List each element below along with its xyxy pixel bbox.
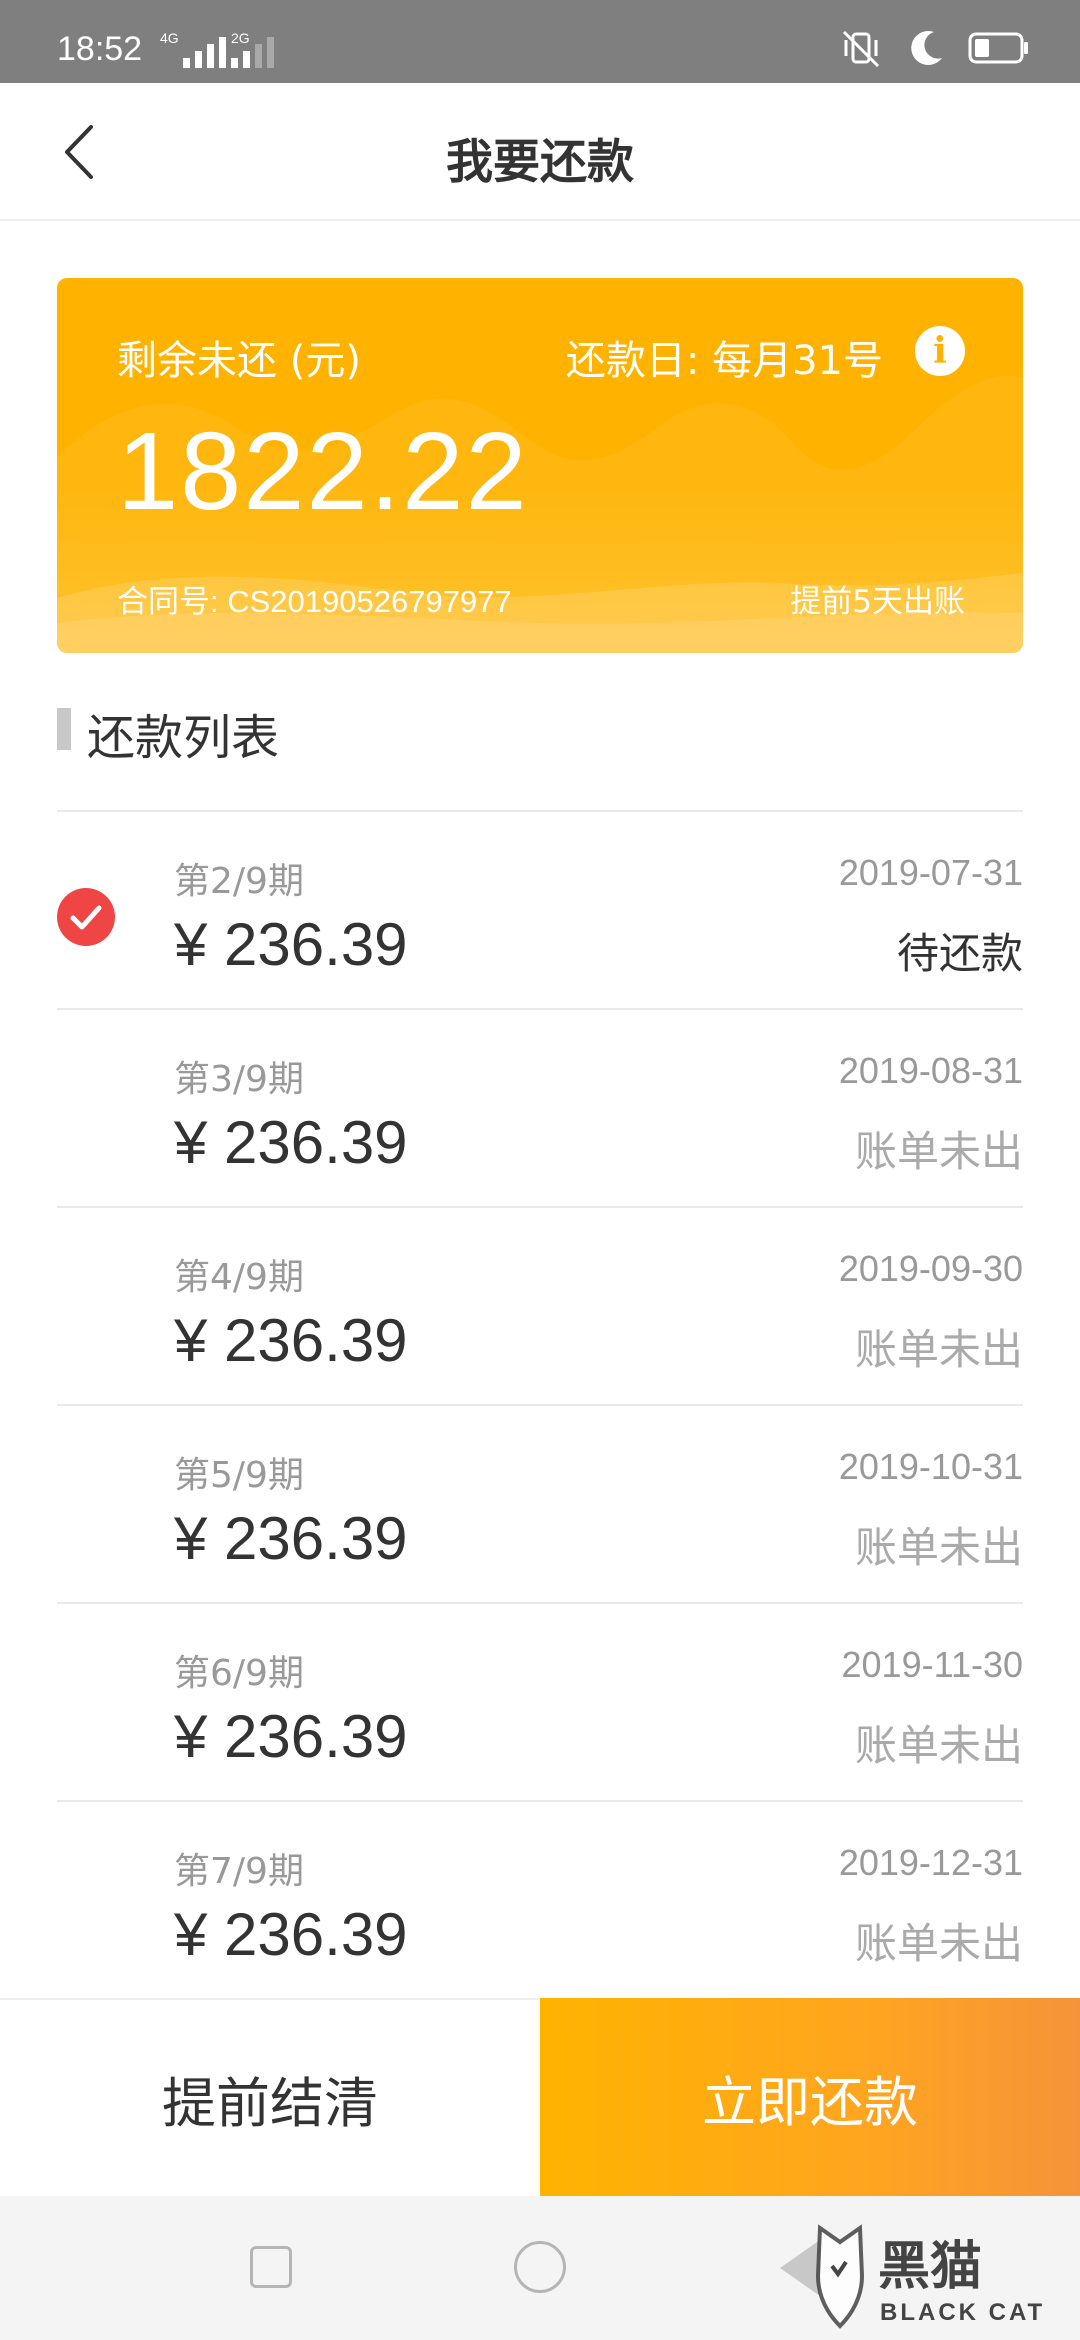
installment-period: 第7/9期 xyxy=(174,1851,304,1892)
remaining-label: 剩余未还 (元) xyxy=(117,338,361,384)
installment-amount: ¥ 236.39 xyxy=(174,911,408,978)
installment-date: 2019-08-31 xyxy=(838,1050,1023,1091)
installment-period: 第3/9期 xyxy=(174,1059,304,1100)
remaining-amount: 1822.22 xyxy=(117,410,529,533)
installment-date: 2019-07-31 xyxy=(838,852,1023,893)
installment-date: 2019-10-31 xyxy=(838,1446,1023,1487)
moon-icon xyxy=(911,30,942,65)
section-title: 还款列表 xyxy=(87,710,280,766)
signal-strength-1-icon xyxy=(183,36,226,68)
installment-amount: ¥ 236.39 xyxy=(174,1901,408,1968)
due-day-label: 还款日: 每月31号 xyxy=(565,338,883,384)
installment-row[interactable]: 第2/9期 ¥ 236.39 2019-07-31 待还款 xyxy=(57,810,1023,1008)
status-bar: 18:52 4G 2G xyxy=(0,0,1080,83)
installment-date: 2019-09-30 xyxy=(838,1248,1023,1289)
early-settlement-button[interactable]: 提前结清 xyxy=(0,2000,540,2196)
battery-icon xyxy=(968,32,1028,64)
installment-row[interactable]: 第7/9期 ¥ 236.39 2019-12-31 账单未出 xyxy=(57,1800,1023,1998)
black-cat-watermark-logo: 黑猫 BLACK CAT xyxy=(815,2224,1045,2329)
installment-period: 第2/9期 xyxy=(174,861,304,902)
status-time: 18:52 xyxy=(57,30,143,68)
installment-date: 2019-11-30 xyxy=(841,1644,1023,1685)
page-title: 我要还款 xyxy=(446,135,634,190)
installment-row[interactable]: 第6/9期 ¥ 236.39 2019-11-30 账单未出 xyxy=(57,1602,1023,1800)
status-icons xyxy=(838,28,1030,68)
section-marker xyxy=(57,708,71,750)
installment-period: 第6/9期 xyxy=(174,1653,304,1694)
installment-date: 2019-12-31 xyxy=(838,1842,1023,1883)
installment-period: 第5/9期 xyxy=(174,1455,304,1496)
home-button[interactable] xyxy=(514,2241,566,2293)
installment-status: 账单未出 xyxy=(854,1721,1023,1770)
installment-row[interactable]: 第5/9期 ¥ 236.39 2019-10-31 账单未出 xyxy=(57,1404,1023,1602)
installment-period: 第4/9期 xyxy=(174,1257,304,1298)
installment-row[interactable]: 第3/9期 ¥ 236.39 2019-08-31 账单未出 xyxy=(57,1008,1023,1206)
installment-status: 账单未出 xyxy=(854,1523,1023,1572)
installment-status: 账单未出 xyxy=(854,1325,1023,1374)
check-icon[interactable] xyxy=(57,888,115,946)
app-header: 我要还款 xyxy=(0,83,1080,221)
installment-amount: ¥ 236.39 xyxy=(174,1703,408,1770)
billing-note: 提前5天出账 xyxy=(790,584,965,620)
watermark-subtext: BLACK CAT xyxy=(880,2299,1045,2326)
signal-strength-2-icon xyxy=(231,36,274,68)
repayment-summary-card: 剩余未还 (元) 还款日: 每月31号 i 1822.22 合同号: CS201… xyxy=(57,278,1023,653)
network-type-1: 4G xyxy=(160,30,179,46)
installment-row[interactable]: 第4/9期 ¥ 236.39 2019-09-30 账单未出 xyxy=(57,1206,1023,1404)
contract-number: 合同号: CS20190526797977 xyxy=(117,584,512,619)
installment-list: 第2/9期 ¥ 236.39 2019-07-31 待还款 第3/9期 ¥ 23… xyxy=(57,810,1023,1998)
installment-amount: ¥ 236.39 xyxy=(174,1505,408,1572)
action-bar: 提前结清 立即还款 xyxy=(0,1998,1080,2196)
watermark-text: 黑猫 xyxy=(878,2237,982,2297)
installment-status: 待还款 xyxy=(896,929,1023,978)
installment-status: 账单未出 xyxy=(854,1127,1023,1176)
info-icon[interactable]: i xyxy=(915,326,965,376)
installment-amount: ¥ 236.39 xyxy=(174,1307,408,1374)
mute-vibrate-icon xyxy=(842,30,880,68)
installment-status: 账单未出 xyxy=(854,1919,1023,1968)
pay-now-button[interactable]: 立即还款 xyxy=(540,1998,1080,2196)
recent-apps-button[interactable] xyxy=(250,2246,292,2288)
installment-amount: ¥ 236.39 xyxy=(174,1109,408,1176)
